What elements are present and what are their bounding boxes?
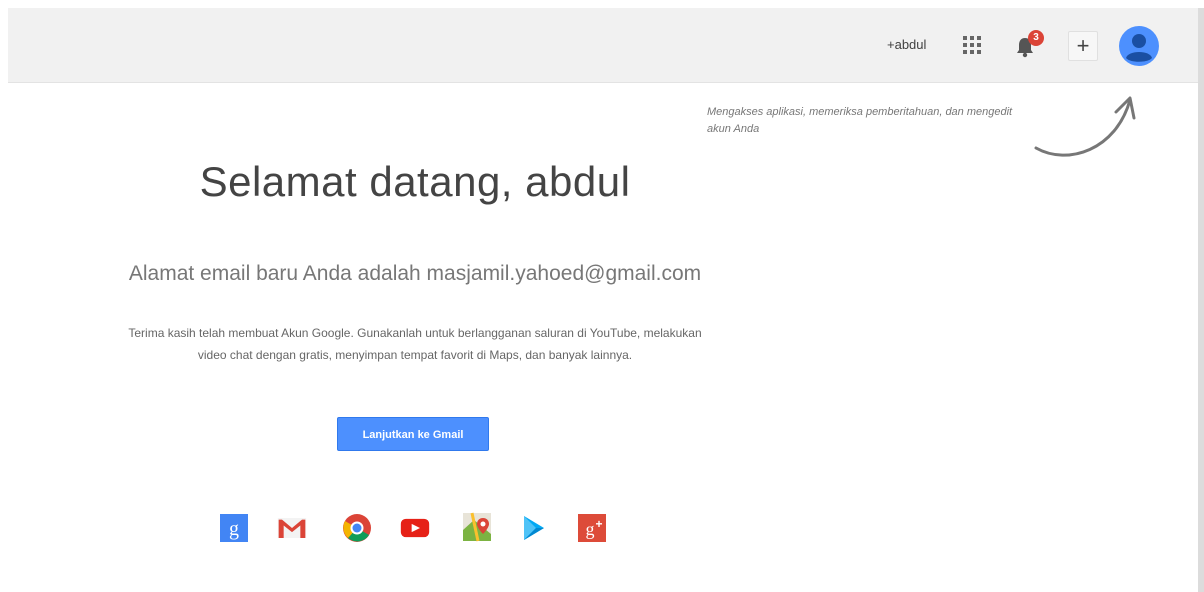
account-tip-text: Mengakses aplikasi, memeriksa pemberitah… <box>707 106 1013 135</box>
thanks-line-1: Terima kasih telah membuat Akun Google. … <box>128 326 702 340</box>
svg-text:g: g <box>586 519 595 539</box>
new-email-message: Alamat email baru Anda adalah masjamil.y… <box>128 262 702 285</box>
thanks-message: Terima kasih telah membuat Akun Google. … <box>10 322 820 366</box>
account-avatar-icon[interactable] <box>1118 25 1160 67</box>
plus-user-link[interactable]: +abdul <box>887 37 926 52</box>
continue-to-gmail-button[interactable]: Lanjutkan ke Gmail <box>337 417 489 451</box>
notification-count-badge: 3 <box>1028 30 1044 46</box>
youtube-icon[interactable] <box>400 513 430 543</box>
window-edge <box>1198 8 1204 592</box>
maps-icon[interactable] <box>462 512 492 542</box>
curved-arrow-icon <box>1034 96 1136 157</box>
svg-text:g: g <box>229 518 239 540</box>
google-search-icon[interactable]: g <box>219 513 249 543</box>
apps-grid-icon[interactable] <box>963 36 981 54</box>
top-edge <box>0 0 1204 8</box>
notifications-button[interactable]: 3 <box>1014 30 1048 60</box>
thanks-line-2: video chat dengan gratis, menyimpan temp… <box>197 348 633 362</box>
page: +abdul 3 + Mengakses aplikasi, memeriksa… <box>0 0 1204 592</box>
share-add-button[interactable]: + <box>1068 31 1098 61</box>
svg-text:+: + <box>595 517 602 531</box>
google-plus-icon[interactable]: g + <box>577 513 607 543</box>
play-store-icon[interactable] <box>518 513 548 543</box>
welcome-heading: Selamat datang, abdul <box>199 158 631 205</box>
chrome-icon[interactable] <box>342 513 372 543</box>
gmail-icon[interactable] <box>277 513 307 543</box>
